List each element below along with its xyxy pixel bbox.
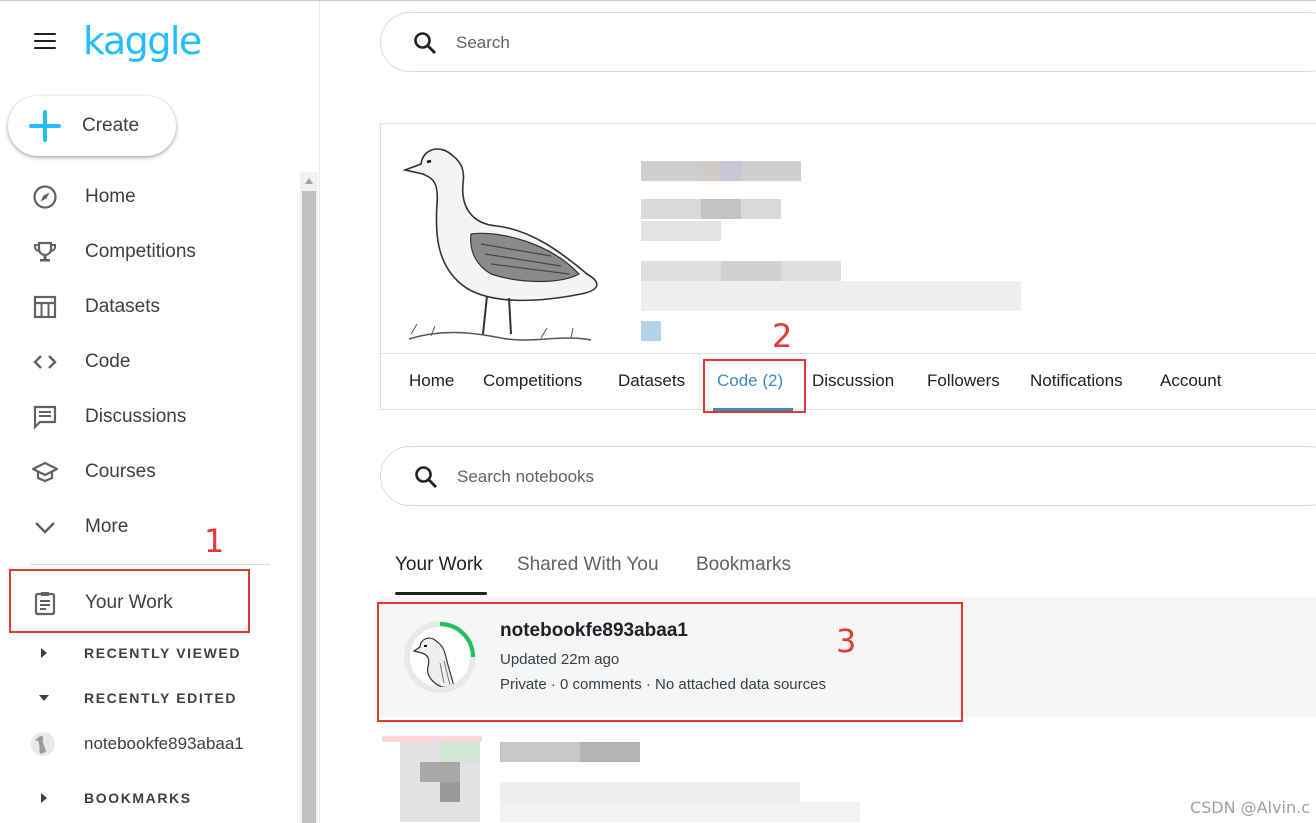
profile-info-redacted <box>639 159 1059 349</box>
create-label: Create <box>82 115 140 136</box>
sidebar-scrollbar[interactable] <box>300 172 318 823</box>
notebook-meta: Private · 0 comments · No attached data … <box>500 676 826 693</box>
create-button[interactable]: Create <box>8 96 176 156</box>
notebook-avatar <box>404 621 476 693</box>
caret-right-icon <box>38 792 50 804</box>
table-icon <box>32 294 58 320</box>
active-tab-indicator <box>713 408 793 411</box>
sidebar-item-discussions[interactable]: Discussions <box>0 393 300 441</box>
sidebar-item-home[interactable]: Home <box>0 173 300 221</box>
trophy-icon <box>32 239 58 265</box>
sidebar-item-label: Code <box>85 351 131 372</box>
recently-viewed-toggle[interactable]: RECENTLY VIEWED <box>0 638 300 668</box>
tab-account[interactable]: Account <box>1160 371 1221 391</box>
code-icon <box>32 349 58 375</box>
scroll-up-arrow-icon[interactable] <box>305 178 313 184</box>
notebook-updated: Updated 22m ago <box>500 651 620 668</box>
sidebar-item-label: Discussions <box>85 406 187 427</box>
notebook-search-input[interactable] <box>457 464 1057 490</box>
sidebar-item-label: Datasets <box>85 296 160 317</box>
tab-your-work[interactable]: Your Work <box>395 554 483 576</box>
tab-followers[interactable]: Followers <box>927 371 1000 391</box>
compass-icon <box>32 184 58 210</box>
goose-avatar <box>412 637 455 687</box>
graduation-cap-icon <box>32 459 58 485</box>
sidebar-item-more[interactable]: More <box>0 503 300 551</box>
recently-edited-toggle[interactable]: RECENTLY EDITED <box>0 683 300 713</box>
bookmarks-toggle[interactable]: BOOKMARKS <box>0 783 300 813</box>
kaggle-app: kaggle Create Home Competitions Datasets <box>0 0 1316 823</box>
sidebar-item-courses[interactable]: Courses <box>0 448 300 496</box>
search-icon <box>414 465 438 489</box>
sidebar-item-label: Your Work <box>85 592 173 613</box>
search-icon <box>413 31 437 55</box>
tab-bookmarks[interactable]: Bookmarks <box>696 554 791 576</box>
plus-icon <box>29 110 61 142</box>
sidebar-divider <box>30 564 270 565</box>
watermark: CSDN @Alvin.c <box>1189 798 1310 817</box>
caret-right-icon <box>38 647 50 659</box>
notebook-search[interactable] <box>380 446 1316 506</box>
sidebar-item-label: More <box>85 516 129 537</box>
tab-datasets[interactable]: Datasets <box>618 371 685 391</box>
annotation-number-1: 1 <box>204 522 225 560</box>
annotation-number-2: 2 <box>772 317 793 355</box>
goose-avatar <box>31 732 55 756</box>
search-input[interactable] <box>456 30 1056 56</box>
clipboard-icon <box>32 590 58 616</box>
recent-notebook-label: notebookfe893abaa1 <box>84 734 244 753</box>
kaggle-logo[interactable]: kaggle <box>83 19 202 63</box>
caret-down-icon <box>38 692 50 704</box>
tab-code[interactable]: Code (2) <box>717 371 783 391</box>
scrollbar-thumb[interactable] <box>302 191 316 823</box>
global-search[interactable] <box>380 12 1316 72</box>
goose-profile-image <box>402 148 598 341</box>
sidebar-item-code[interactable]: Code <box>0 338 300 386</box>
recently-edited-label: RECENTLY EDITED <box>84 690 238 706</box>
tab-discussion[interactable]: Discussion <box>812 371 894 391</box>
sidebar-item-label: Home <box>85 186 136 207</box>
annotation-number-3: 3 <box>836 622 857 660</box>
tab-competitions[interactable]: Competitions <box>483 371 582 391</box>
menu-icon[interactable] <box>34 33 56 51</box>
sidebar: kaggle Create Home Competitions Datasets <box>0 1 320 823</box>
notebook-title[interactable]: notebookfe893abaa1 <box>500 620 688 642</box>
chevron-down-icon <box>32 514 58 540</box>
sidebar-item-competitions[interactable]: Competitions <box>0 228 300 276</box>
recently-viewed-label: RECENTLY VIEWED <box>84 645 242 661</box>
active-tab-indicator <box>395 592 487 595</box>
sidebar-item-label: Competitions <box>85 241 196 262</box>
comment-icon <box>32 404 58 430</box>
sidebar-item-your-work[interactable]: Your Work <box>0 579 300 627</box>
tab-home[interactable]: Home <box>409 371 454 391</box>
recent-notebook-link[interactable]: notebookfe893abaa1 <box>0 728 300 760</box>
sidebar-item-label: Courses <box>85 461 156 482</box>
profile-card: Home Competitions Datasets Code (2) Disc… <box>380 123 1316 411</box>
bookmarks-label: BOOKMARKS <box>84 790 192 806</box>
tab-shared-with-you[interactable]: Shared With You <box>517 554 659 576</box>
tab-notifications[interactable]: Notifications <box>1030 371 1123 391</box>
sidebar-item-datasets[interactable]: Datasets <box>0 283 300 331</box>
profile-tabs: Home Competitions Datasets Code (2) Disc… <box>381 353 1316 411</box>
notebook-row-redacted <box>380 736 1316 823</box>
